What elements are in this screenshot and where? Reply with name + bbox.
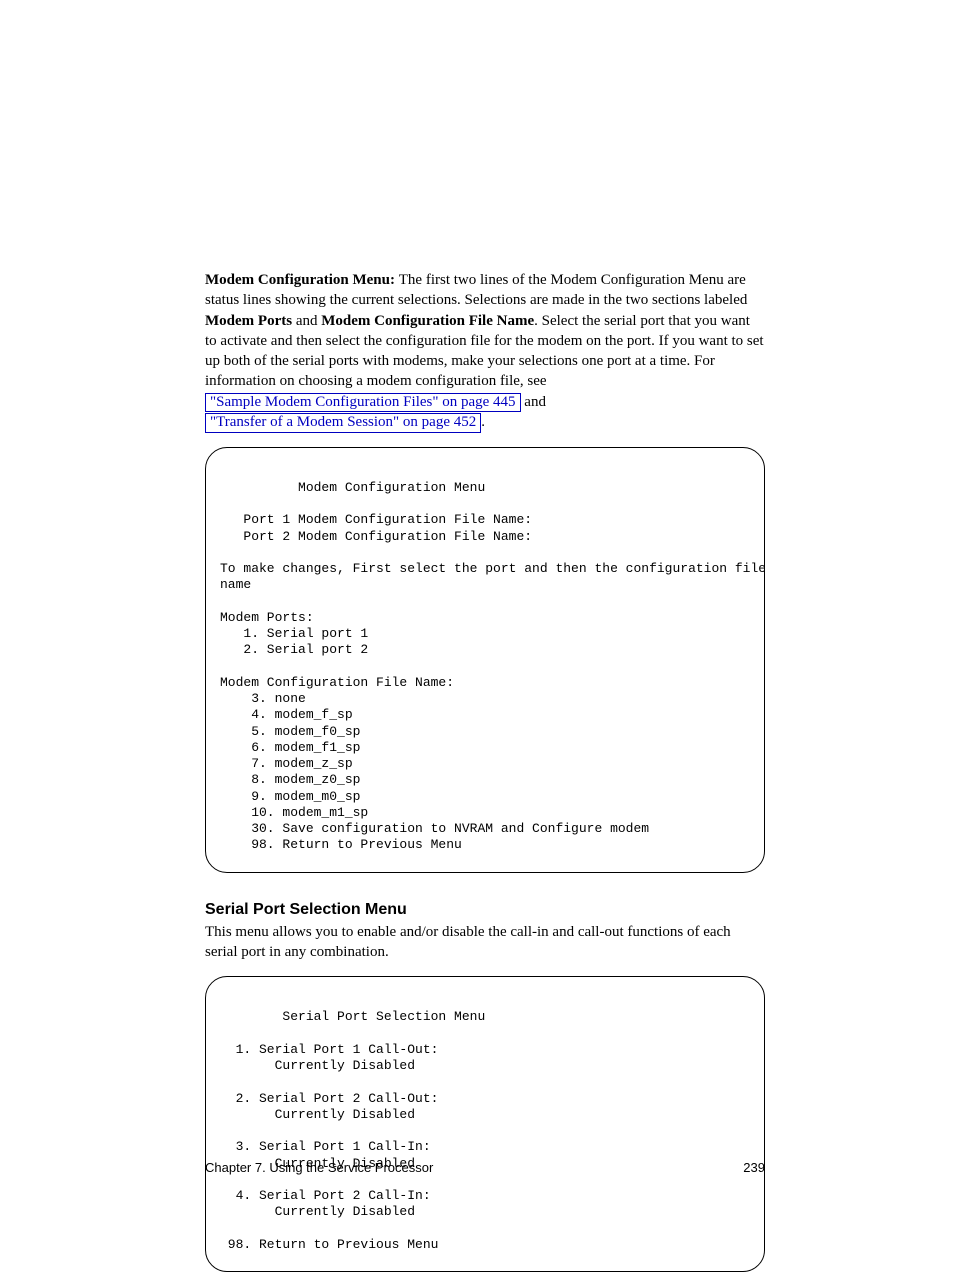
intro-lead-bold: Modem Configuration Menu:: [205, 272, 399, 288]
footer-page-number: 239: [743, 1160, 765, 1175]
t1-item-none[interactable]: 3. none: [220, 691, 306, 706]
terminal-modem-configuration-menu: Modem Configuration Menu Port 1 Modem Co…: [205, 447, 765, 873]
section-heading-serial-port-selection-menu: Serial Port Selection Menu: [205, 901, 765, 919]
terminal-serial-port-selection-menu: Serial Port Selection Menu 1. Serial Por…: [205, 976, 765, 1272]
t2-item-3-label[interactable]: 3. Serial Port 1 Call-In:: [220, 1139, 431, 1154]
footer-chapter: Chapter 7. Using the Service Processor: [205, 1160, 433, 1175]
link-transfer-modem-session[interactable]: "Transfer of a Modem Session" on page 45…: [205, 413, 481, 433]
t2-item-2-label[interactable]: 2. Serial Port 2 Call-Out:: [220, 1091, 438, 1106]
t1-item-modem-z0-sp[interactable]: 8. modem_z0_sp: [220, 772, 360, 787]
link-sample-modem-config-files[interactable]: "Sample Modem Configuration Files" on pa…: [205, 393, 521, 413]
page-content: Modem Configuration Menu: The first two …: [205, 0, 765, 1272]
t1-title: Modem Configuration Menu: [220, 480, 485, 495]
t2-item-1-label[interactable]: 1. Serial Port 1 Call-Out:: [220, 1042, 438, 1057]
intro-mid: and: [292, 313, 321, 329]
t1-item-modem-f1-sp[interactable]: 6. modem_f1_sp: [220, 740, 360, 755]
t1-item-modem-z-sp[interactable]: 7. modem_z_sp: [220, 756, 353, 771]
intro-paragraph: Modem Configuration Menu: The first two …: [205, 270, 765, 433]
section-para: This menu allows you to enable and/or di…: [205, 922, 765, 963]
intro-period: .: [481, 414, 485, 430]
page-footer: Chapter 7. Using the Service Processor 2…: [205, 1160, 765, 1175]
t1-item-modem-m1-sp[interactable]: 10. modem_m1_sp: [220, 805, 368, 820]
t1-item-return[interactable]: 98. Return to Previous Menu: [220, 837, 462, 852]
t1-port1-status: Port 1 Modem Configuration File Name:: [220, 512, 532, 527]
t2-item-4-label[interactable]: 4. Serial Port 2 Call-In:: [220, 1188, 431, 1203]
t2-item-4-status: Currently Disabled: [220, 1204, 415, 1219]
t1-instruction-l1: To make changes, First select the port a…: [220, 561, 765, 576]
t1-instruction-l2: name: [220, 577, 251, 592]
t1-heading-config-file: Modem Configuration File Name:: [220, 675, 454, 690]
intro-and: and: [521, 394, 546, 410]
t1-item-serial-port-1[interactable]: 1. Serial port 1: [220, 626, 368, 641]
t1-item-modem-f0-sp[interactable]: 5. modem_f0_sp: [220, 724, 360, 739]
t2-item-return[interactable]: 98. Return to Previous Menu: [220, 1237, 438, 1252]
t1-port2-status: Port 2 Modem Configuration File Name:: [220, 529, 532, 544]
intro-label-modem-ports: Modem Ports: [205, 313, 292, 329]
t1-item-save-config[interactable]: 30. Save configuration to NVRAM and Conf…: [220, 821, 649, 836]
t2-item-1-status: Currently Disabled: [220, 1058, 415, 1073]
t1-item-modem-m0-sp[interactable]: 9. modem_m0_sp: [220, 789, 360, 804]
t2-title: Serial Port Selection Menu: [220, 1009, 485, 1024]
t1-item-serial-port-2[interactable]: 2. Serial port 2: [220, 642, 368, 657]
intro-label-modem-config-file-name: Modem Configuration File Name: [321, 313, 534, 329]
t2-item-2-status: Currently Disabled: [220, 1107, 415, 1122]
t1-item-modem-f-sp[interactable]: 4. modem_f_sp: [220, 707, 353, 722]
t1-heading-modem-ports: Modem Ports:: [220, 610, 314, 625]
